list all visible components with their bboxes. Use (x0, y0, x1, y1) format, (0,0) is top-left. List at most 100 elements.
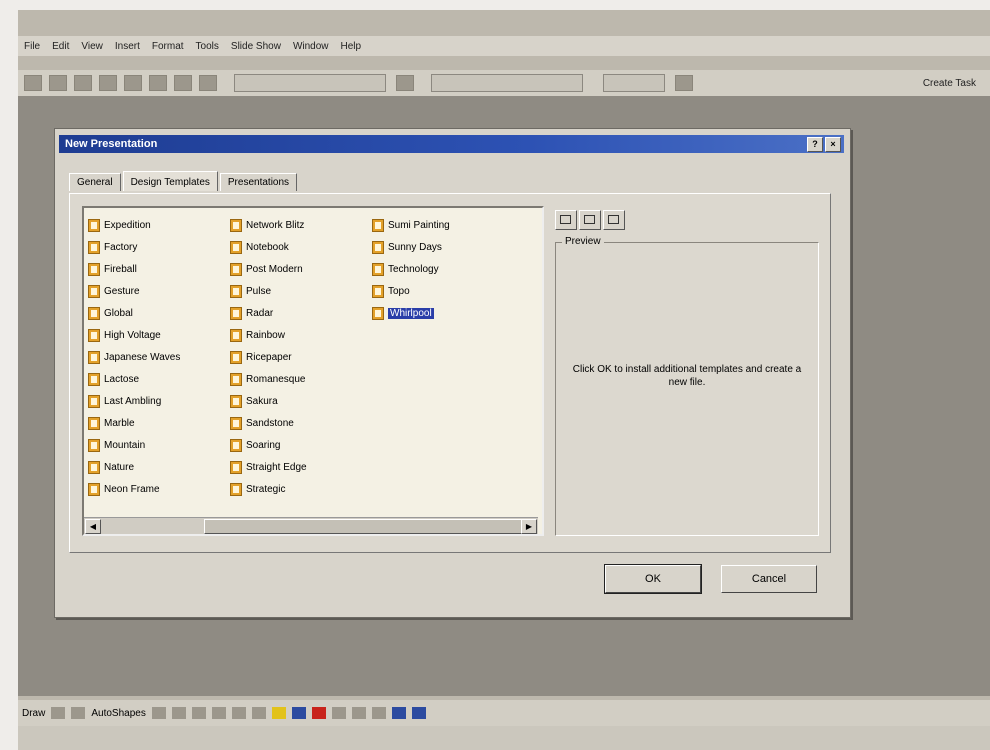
bold-icon[interactable] (675, 75, 693, 91)
template-item-label: Sandstone (246, 417, 294, 429)
template-item-label: Topo (388, 285, 410, 297)
cut-icon[interactable] (149, 75, 167, 91)
template-item[interactable]: Last Ambling (88, 390, 180, 412)
menu-slide-show[interactable]: Slide Show (231, 41, 281, 52)
template-item[interactable]: Straight Edge (230, 456, 307, 478)
cancel-button[interactable]: Cancel (721, 565, 817, 593)
template-item[interactable]: Post Modern (230, 258, 307, 280)
details-view-icon[interactable] (603, 210, 625, 230)
template-item[interactable]: Pulse (230, 280, 307, 302)
help-icon[interactable] (396, 75, 414, 91)
rotate-icon[interactable] (71, 707, 86, 719)
menu-tools[interactable]: Tools (196, 41, 219, 52)
template-item[interactable]: High Voltage (88, 324, 180, 346)
textbox-icon[interactable] (231, 707, 246, 719)
save-icon[interactable] (74, 75, 92, 91)
print-icon[interactable] (99, 75, 117, 91)
oval-icon[interactable] (211, 707, 226, 719)
template-item-label: Sakura (246, 395, 278, 407)
rectangle-icon[interactable] (191, 707, 206, 719)
menu-help[interactable]: Help (341, 41, 362, 52)
menu-insert[interactable]: Insert (115, 41, 140, 52)
template-item[interactable]: Fireball (88, 258, 180, 280)
dash-style-icon[interactable] (351, 707, 366, 719)
close-icon[interactable]: × (825, 136, 841, 152)
3d-icon[interactable] (411, 707, 426, 719)
template-item[interactable]: Japanese Waves (88, 346, 180, 368)
large-icons-view-icon[interactable] (555, 210, 577, 230)
menu-window[interactable]: Window (293, 41, 329, 52)
template-item[interactable]: Neon Frame (88, 478, 180, 500)
menu-edit[interactable]: Edit (52, 41, 69, 52)
help-icon[interactable]: ? (807, 136, 823, 152)
spelling-icon[interactable] (124, 75, 142, 91)
horizontal-scrollbar[interactable]: ◀ ▶ (84, 517, 538, 534)
line-color-icon[interactable] (291, 707, 306, 719)
copy-icon[interactable] (174, 75, 192, 91)
arrow-style-icon[interactable] (371, 707, 386, 719)
new-presentation-dialog: New Presentation ? × General Design Temp… (54, 128, 851, 618)
template-list[interactable]: Expedition Factory Fireball Gesture Global Hi… (82, 206, 544, 536)
new-icon[interactable] (24, 75, 42, 91)
fill-color-icon[interactable] (271, 707, 286, 719)
template-file-icon (230, 284, 242, 298)
wordart-icon[interactable] (251, 707, 266, 719)
zoom-combo[interactable] (234, 74, 386, 92)
template-item[interactable]: Factory (88, 236, 180, 258)
draw-menu-button[interactable]: Draw (22, 708, 45, 719)
tab-design-templates[interactable]: Design Templates (122, 171, 218, 191)
template-item[interactable]: Soaring (230, 434, 307, 456)
preview-message: Click OK to install additional templates… (572, 364, 802, 388)
template-item[interactable]: Romanesque (230, 368, 307, 390)
template-file-icon (88, 350, 100, 364)
ok-button[interactable]: OK (604, 564, 702, 594)
line-icon[interactable] (151, 707, 166, 719)
tab-presentations[interactable]: Presentations (219, 173, 298, 191)
template-item[interactable]: Technology (372, 258, 450, 280)
template-item[interactable]: Sandstone (230, 412, 307, 434)
font-size-combo[interactable] (603, 74, 665, 92)
template-item[interactable]: Global (88, 302, 180, 324)
template-item[interactable]: Notebook (230, 236, 307, 258)
menu-file[interactable]: File (24, 41, 40, 52)
scroll-right-icon[interactable]: ▶ (521, 519, 537, 534)
template-item[interactable]: Whirlpool (372, 302, 450, 324)
open-icon[interactable] (49, 75, 67, 91)
template-item[interactable]: Rainbow (230, 324, 307, 346)
create-task-button[interactable]: Create Task (923, 78, 976, 89)
list-view-icon[interactable] (579, 210, 601, 230)
template-file-icon (88, 438, 100, 452)
template-item[interactable]: Gesture (88, 280, 180, 302)
menu-view[interactable]: View (81, 41, 103, 52)
template-item[interactable]: Radar (230, 302, 307, 324)
tab-general[interactable]: General (69, 173, 121, 191)
template-item[interactable]: Sunny Days (372, 236, 450, 258)
status-bar (18, 726, 990, 750)
template-item[interactable]: Expedition (88, 214, 180, 236)
template-item-label: Lactose (104, 373, 140, 385)
template-item[interactable]: Nature (88, 456, 180, 478)
template-item-label: Radar (246, 307, 274, 319)
template-column: Sumi Painting Sunny Days Technology Topo Whi… (372, 214, 450, 324)
template-item-label: Last Ambling (104, 395, 162, 407)
autoshapes-menu-button[interactable]: AutoShapes (91, 708, 146, 719)
template-item[interactable]: Sumi Painting (372, 214, 450, 236)
paste-icon[interactable] (199, 75, 217, 91)
template-item[interactable]: Topo (372, 280, 450, 302)
template-item[interactable]: Sakura (230, 390, 307, 412)
template-item[interactable]: Ricepaper (230, 346, 307, 368)
template-item[interactable]: Marble (88, 412, 180, 434)
template-item[interactable]: Strategic (230, 478, 307, 500)
scroll-thumb[interactable] (204, 519, 526, 534)
select-pointer-icon[interactable] (51, 707, 66, 719)
shadow-icon[interactable] (391, 707, 406, 719)
line-style-icon[interactable] (331, 707, 346, 719)
scroll-left-icon[interactable]: ◀ (85, 519, 101, 534)
font-combo[interactable] (431, 74, 583, 92)
template-item[interactable]: Network Blitz (230, 214, 307, 236)
arrow-icon[interactable] (171, 707, 186, 719)
template-item[interactable]: Lactose (88, 368, 180, 390)
menu-format[interactable]: Format (152, 41, 184, 52)
font-color-icon[interactable] (311, 707, 326, 719)
template-item[interactable]: Mountain (88, 434, 180, 456)
